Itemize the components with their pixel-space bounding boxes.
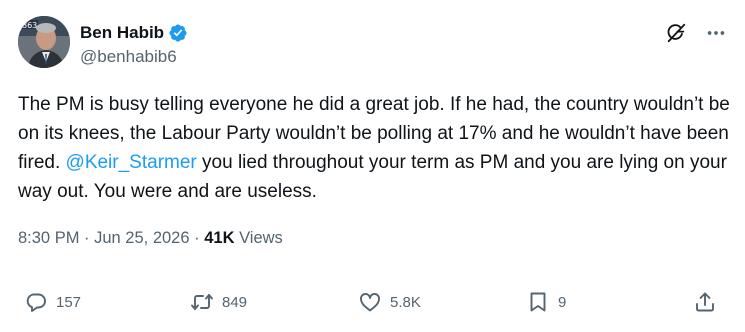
header-actions bbox=[665, 22, 727, 44]
reply-icon bbox=[24, 290, 48, 314]
tweet-time[interactable]: 8:30 PM bbox=[18, 229, 79, 247]
bookmark-button[interactable]: 9 bbox=[526, 285, 566, 319]
bookmark-icon bbox=[526, 290, 550, 314]
repost-count: 849 bbox=[222, 293, 248, 311]
like-icon bbox=[358, 290, 382, 314]
tweet-text: The PM is busy telling everyone he did a… bbox=[18, 90, 730, 206]
tweet-header: 863 Ben Habib @benhabib6 bbox=[18, 16, 727, 72]
meta-separator: · bbox=[189, 229, 205, 247]
bookmark-count: 9 bbox=[558, 293, 567, 311]
share-button[interactable] bbox=[693, 285, 717, 319]
action-bar: 157 849 5.8K 9 bbox=[0, 285, 745, 319]
like-count: 5.8K bbox=[390, 293, 421, 311]
grok-icon[interactable] bbox=[665, 22, 687, 44]
views-count: 41K bbox=[204, 229, 235, 247]
like-button[interactable]: 5.8K bbox=[358, 285, 421, 319]
author-names: Ben Habib @benhabib6 bbox=[80, 22, 188, 67]
share-icon bbox=[693, 290, 717, 314]
avatar[interactable]: 863 bbox=[18, 16, 70, 68]
avatar-badge-text: 863 bbox=[22, 21, 37, 30]
reply-button[interactable]: 157 bbox=[24, 285, 81, 319]
views-label: Views bbox=[234, 229, 283, 247]
repost-button[interactable]: 849 bbox=[190, 285, 247, 319]
tweet-date[interactable]: Jun 25, 2026 bbox=[94, 229, 189, 247]
author-handle[interactable]: @benhabib6 bbox=[80, 47, 188, 67]
meta-separator: · bbox=[79, 229, 95, 247]
tweet-meta: 8:30 PM · Jun 25, 2026 · 41K Views bbox=[18, 229, 283, 248]
mention-link[interactable]: @Keir_Starmer bbox=[66, 152, 197, 173]
more-icon[interactable] bbox=[705, 22, 727, 44]
reply-count: 157 bbox=[56, 293, 82, 311]
author-display-name[interactable]: Ben Habib bbox=[80, 23, 164, 43]
verified-badge-icon[interactable] bbox=[168, 23, 188, 43]
repost-icon bbox=[190, 290, 214, 314]
